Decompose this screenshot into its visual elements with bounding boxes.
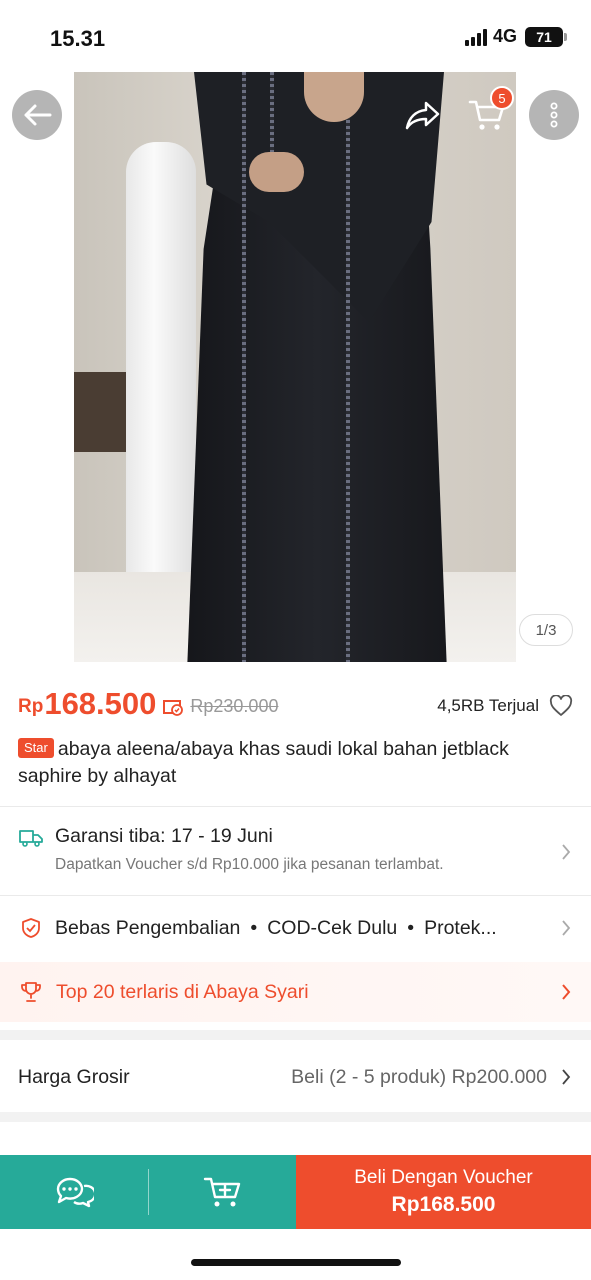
shield-icon [22, 918, 40, 938]
status-bar: 15.31 4G 71 [0, 0, 591, 72]
heart-icon[interactable] [549, 695, 573, 717]
back-button[interactable] [12, 90, 62, 140]
guarantee-protection: Protek... [424, 916, 497, 939]
star-badge: Star [18, 738, 54, 758]
chevron-right-icon [562, 844, 571, 860]
ranking-row[interactable]: Top 20 terlaris di Abaya Syari [0, 962, 591, 1022]
add-to-cart-icon [203, 1177, 240, 1207]
guarantee-return: Bebas Pengembalian [55, 916, 241, 939]
trophy-icon [21, 982, 41, 1002]
guarantees-row[interactable]: Bebas Pengembalian • COD-Cek Dulu • Protek..… [0, 896, 591, 960]
product-title: Star abaya aleena/abaya khas saudi lokal … [18, 736, 573, 790]
product-photo[interactable] [74, 72, 516, 662]
next-section-peek [0, 1124, 591, 1155]
cart-count-badge: 5 [490, 86, 514, 110]
guarantee-cod: COD-Cek Dulu [267, 916, 398, 939]
home-indicator[interactable] [191, 1259, 401, 1266]
back-arrow-icon [24, 104, 52, 126]
shipping-guarantee-title: Garansi tiba: 17 - 19 Juni [55, 825, 273, 847]
price-currency: Rp [18, 696, 44, 717]
chevron-right-icon [562, 984, 571, 1000]
section-spacer [0, 1030, 591, 1040]
price-value: 168.500 [44, 686, 157, 721]
bottom-action-bar: Beli Dengan Voucher Rp168.500 [0, 1155, 591, 1229]
chevron-right-icon [562, 920, 571, 936]
more-options-button[interactable] [529, 90, 579, 140]
battery-icon: 71 [525, 26, 567, 47]
status-time: 15.31 [50, 26, 106, 51]
network-type: 4G [492, 26, 517, 46]
buy-button-label: Beli Dengan Voucher [354, 1167, 533, 1188]
wholesale-label: Harga Grosir [18, 1065, 130, 1088]
buy-with-voucher-button[interactable]: Beli Dengan Voucher Rp168.500 [296, 1155, 591, 1229]
guarantees-list: Bebas Pengembalian • COD-Cek Dulu • Protek..… [55, 916, 497, 939]
home-area [0, 1229, 591, 1280]
add-to-cart-button[interactable] [149, 1155, 296, 1229]
more-icon [550, 102, 558, 128]
chat-button[interactable] [0, 1155, 148, 1229]
wholesale-row[interactable]: Harga Grosir Beli (2 - 5 produk) Rp200.0… [0, 1046, 591, 1108]
signal-icon [464, 28, 487, 46]
buy-button-price: Rp168.500 [391, 1193, 496, 1216]
wholesale-value: Beli (2 - 5 produk) Rp200.000 [291, 1065, 547, 1088]
shipping-voucher-note: Dapatkan Voucher s/d Rp10.000 jika pesan… [55, 856, 444, 873]
shipping-row[interactable]: Garansi tiba: 17 - 19 Juni Dapatkan Vouc… [0, 807, 591, 895]
section-spacer [0, 1112, 591, 1122]
cart-button[interactable]: 5 [462, 86, 514, 140]
share-icon [405, 101, 440, 130]
price-row: Rp 168.500 Rp230.000 4,5RB Terjual [18, 684, 573, 724]
chevron-right-icon [562, 1069, 571, 1085]
original-price: Rp230.000 [190, 695, 279, 716]
voucher-icon [163, 700, 184, 716]
battery-level: 71 [536, 28, 552, 45]
product-title-text: abaya aleena/abaya khas saudi lokal baha… [18, 738, 509, 787]
chat-icon [56, 1177, 94, 1208]
product-image-carousel[interactable]: 5 1/3 [0, 72, 591, 662]
share-button[interactable] [398, 90, 448, 140]
ranking-text: Top 20 terlaris di Abaya Syari [56, 980, 309, 1003]
sold-count: 4,5RB Terjual [437, 696, 539, 715]
truck-icon [19, 830, 43, 847]
status-indicators: 4G 71 [464, 26, 567, 47]
image-counter: 1/3 [519, 614, 573, 646]
